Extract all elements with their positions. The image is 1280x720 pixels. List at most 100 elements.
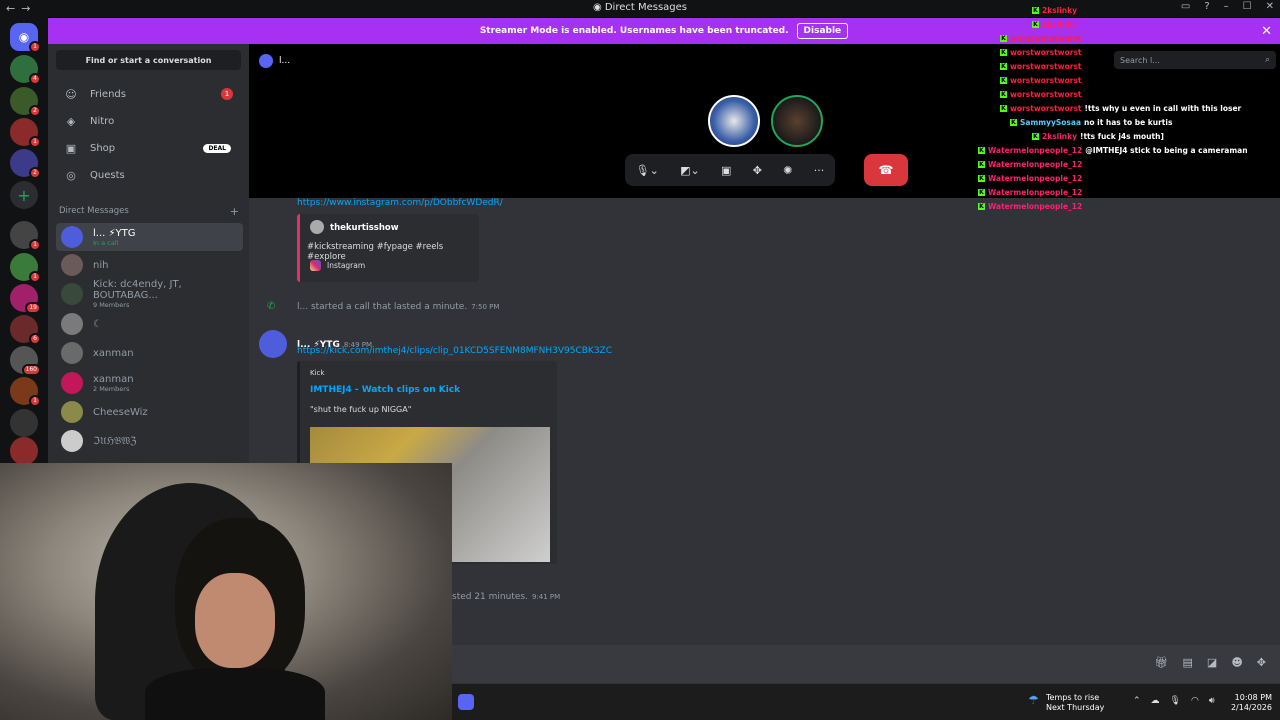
server-icon[interactable]: 160 [10, 346, 41, 376]
more-icon[interactable]: ··· [814, 164, 825, 177]
server-icon[interactable] [10, 437, 38, 465]
mic-icon[interactable]: 🎙︎ [1170, 696, 1181, 706]
apps-icon[interactable]: ✥ [1257, 656, 1266, 669]
camera-off-icon[interactable]: ◩⌄ [680, 164, 700, 177]
kick-icon: K [978, 203, 985, 210]
nav-shop[interactable]: ▣ Shop DEAL [56, 136, 241, 160]
chat-line: K 2kslinky [1032, 6, 1078, 15]
avatar [61, 342, 83, 364]
avatar [259, 54, 273, 68]
gif-icon[interactable]: ▤ [1183, 656, 1193, 669]
chat-line: K Watermelonpeople_12 [978, 202, 1083, 211]
kick-icon: K [1000, 35, 1007, 42]
server-icon[interactable]: 1 [10, 221, 41, 251]
add-server-icon[interactable]: + [10, 181, 38, 209]
call-system-message: sted 21 minutes. 9:41 PM [452, 592, 561, 602]
server-icon[interactable] [10, 409, 38, 437]
gift-icon[interactable]: 🎁︎ [1155, 656, 1169, 669]
server-icon[interactable]: 1 [10, 118, 41, 148]
discord-icon: ◉ [592, 2, 605, 13]
screenshare-icon[interactable]: ▣ [721, 164, 731, 177]
server-icon[interactable]: 4 [10, 55, 41, 85]
avatar [61, 226, 83, 248]
avatar[interactable] [259, 330, 287, 358]
dm-item[interactable]: ℑ𝔘ℌ𝔅𝔚ℨ [56, 427, 243, 455]
participant-avatar[interactable] [771, 95, 823, 147]
kick-icon: K [978, 189, 985, 196]
server-icon[interactable]: 6 [10, 315, 41, 345]
nav-friends[interactable]: ☺ Friends 1 [56, 82, 241, 106]
server-icon[interactable]: 2 [10, 149, 41, 179]
instagram-link[interactable]: https://www.instagram.com/p/DObbfcWDedR/ [297, 198, 503, 208]
webcam-overlay [0, 463, 452, 720]
nitro-icon: ◈ [66, 114, 76, 128]
server-icon[interactable]: 1 [10, 253, 41, 283]
chat-line: Kworstworstworst [1000, 34, 1082, 43]
server-list: ◉ 1 4 2 1 2 + 1 1 19 6 160 1 [0, 17, 48, 467]
avatar [61, 254, 83, 276]
discord-taskbar-icon[interactable] [458, 694, 474, 710]
embed-title[interactable]: IMTHEJ4 - Watch clips on Kick [310, 385, 460, 395]
wifi-icon[interactable]: ◠ [1191, 696, 1199, 706]
embed-description: #kickstreaming #fypage #reels #explore [307, 242, 444, 262]
banner-text: Streamer Mode is enabled. Usernames have… [479, 26, 789, 36]
weather-widget[interactable]: Temps to rise Next Thursday [1046, 693, 1104, 713]
create-dm-icon[interactable]: + [230, 205, 239, 218]
kick-icon: K [1000, 77, 1007, 84]
kick-icon: K [978, 161, 985, 168]
dm-header: Direct Messages + [59, 205, 239, 218]
home-button[interactable]: ◉ 1 [10, 23, 41, 53]
kick-icon: K [1010, 119, 1017, 126]
kick-link[interactable]: https://kick.com/imthej4/clips/clip_01KC… [297, 346, 612, 356]
dm-item[interactable]: CheeseWiz [56, 398, 243, 426]
volume-icon[interactable]: 🔊︎ [1209, 696, 1215, 706]
kick-icon: K [1000, 105, 1007, 112]
sticker-icon[interactable]: ◪ [1207, 656, 1217, 669]
shop-icon: ▣ [65, 141, 77, 155]
call-header: l... [259, 54, 290, 68]
server-icon[interactable]: 2 [10, 87, 41, 117]
chat-line: Kworstworstworst [1000, 76, 1082, 85]
weather-icon: ☂ [1028, 693, 1039, 707]
dm-item[interactable]: xanman 2 Members [56, 369, 243, 397]
kick-icon: K [1032, 133, 1039, 140]
chat-line: K 2kslinky [1032, 20, 1078, 29]
avatar [310, 220, 324, 234]
avatar [61, 430, 83, 452]
hangup-button[interactable]: ☎ [864, 154, 908, 186]
cloud-icon[interactable]: ☁ [1151, 696, 1160, 706]
person-face [195, 573, 275, 668]
avatar [61, 401, 83, 423]
chat-line: K SammyySosaa no it has to be kurtis [1010, 118, 1173, 127]
dm-item[interactable]: xanman [56, 339, 243, 367]
server-icon[interactable]: 19 [10, 284, 41, 314]
microphone-icon[interactable]: 🎙︎⌄ [636, 164, 659, 177]
find-conversation-button[interactable]: Find or start a conversation [56, 50, 241, 70]
emoji-icon[interactable]: ☻ [1231, 656, 1242, 669]
chat-line: Kworstworstworst [1000, 90, 1082, 99]
person-shirt [145, 668, 325, 720]
deal-badge: DEAL [203, 143, 231, 153]
nav-nitro[interactable]: ◈ Nitro [56, 109, 241, 133]
disable-button[interactable]: Disable [796, 23, 849, 39]
participant-avatar[interactable] [708, 95, 760, 147]
soundboard-icon[interactable]: ✺ [783, 164, 792, 177]
dm-item[interactable]: nih [56, 251, 243, 279]
activities-icon[interactable]: ✥ [753, 164, 762, 177]
chat-line: Kworstworstworst [1000, 48, 1082, 57]
call-system-message: l... started a call that lasted a minute… [297, 302, 500, 312]
nav-quests[interactable]: ◎ Quests [56, 163, 241, 187]
server-icon[interactable]: 1 [10, 377, 41, 407]
instagram-icon [310, 260, 321, 271]
dm-item[interactable]: l... ⚡YTG In a call [56, 223, 243, 251]
instagram-embed: thekurtisshow #kickstreaming #fypage #re… [297, 214, 479, 282]
tray-chevron-icon[interactable]: ⌃ [1133, 696, 1141, 706]
chat-line: K Watermelonpeople_12 @IMTHEJ4 stick to be… [978, 146, 1248, 155]
embed-footer: Instagram [310, 260, 365, 271]
clock[interactable]: 10:08 PM 2/14/2026 [1231, 693, 1272, 713]
dm-item[interactable]: ☾ [56, 310, 243, 338]
chat-line: K Watermelonpeople_12 [978, 160, 1083, 169]
dm-item[interactable]: Kick: dc4endy, JT, BOUTABAG... 9 Members [56, 279, 243, 309]
avatar [61, 313, 83, 335]
embed-author[interactable]: thekurtisshow [330, 223, 399, 233]
